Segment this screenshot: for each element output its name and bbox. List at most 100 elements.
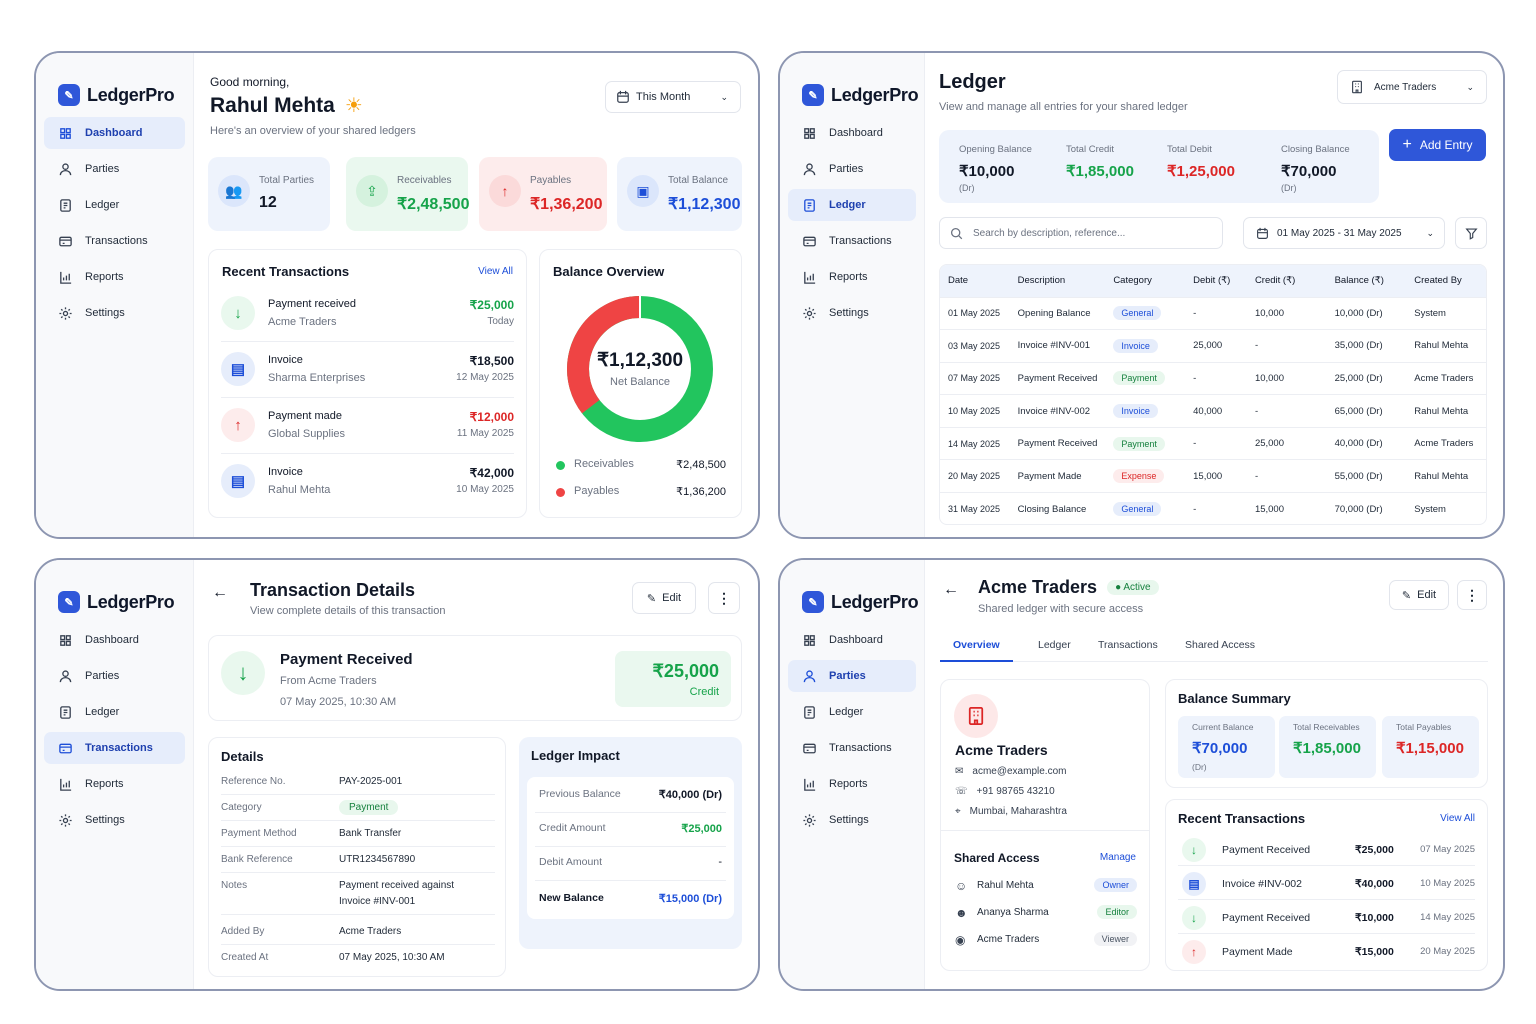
summary-value: ₹1,85,000 [1066,163,1134,180]
balance-box: Current Balance ₹70,000 (Dr) [1178,716,1275,778]
back-arrow-icon[interactable]: ← [943,581,959,599]
sidebar-nav: Dashboard Parties Ledger Transactions Report… [780,624,924,836]
sidebar-item-parties[interactable]: Parties [788,660,916,692]
reports-icon [804,271,816,284]
filter-button[interactable] [1455,217,1487,249]
tab-ledger[interactable]: Ledger [1025,639,1084,662]
sidebar-item-dashboard[interactable]: Dashboard [44,117,185,149]
search-input[interactable]: Search by description, reference... [939,217,1223,249]
sidebar-item-settings[interactable]: Settings [44,804,185,836]
party-select[interactable]: Acme Traders ⌄ [1337,70,1487,104]
more-options-icon[interactable]: ⋮ [1457,580,1487,610]
cell-text: Opening Balance [1017,307,1091,319]
chevron-down-icon: ⌄ [720,91,728,102]
shared-user-row[interactable]: ☻ Ananya Sharma Editor [955,905,1137,923]
sidebar-item-dashboard[interactable]: Dashboard [44,624,185,656]
balance-label: Current Balance [1192,722,1254,732]
shared-user-row[interactable]: ◉ Acme Traders Viewer [955,932,1137,950]
table-cell: 01 May 2025 [940,297,1010,330]
table-row[interactable]: 01 May 2025 Opening Balance General - 10,000… [940,297,1486,330]
list-item[interactable]: ↓ Payment received Acme Traders ₹25,000 Toda… [221,294,514,342]
impact-value: ₹25,000 [681,823,722,835]
sidebar-item-transactions[interactable]: Transactions [788,732,916,764]
cell-text: System [1414,307,1446,319]
page-title: Ledger [939,71,1006,93]
sidebar-item-reports[interactable]: Reports [788,261,916,293]
category-badge: General [1113,306,1162,321]
sidebar-item-parties[interactable]: Parties [788,153,916,185]
cell-text: Acme Traders [1414,372,1474,384]
table-row[interactable]: 07 May 2025 Payment Received Payment - 10,00… [940,362,1486,395]
table-row[interactable]: 10 May 2025 Invoice #INV-002 Invoice 40,000… [940,394,1486,428]
sidebar-item-transactions[interactable]: Transactions [788,225,916,257]
logo: ✎ LedgerPro [36,53,193,117]
item-title: Payment Made [1222,946,1293,958]
table-row[interactable]: 03 May 2025 Invoice #INV-001 Invoice 25,000… [940,329,1486,363]
sidebar-item-dashboard[interactable]: Dashboard [788,624,916,656]
sidebar-item-label: Parties [85,163,120,175]
impact-key: Debit Amount [539,856,603,868]
cell-text: 10,000 [1254,372,1284,384]
list-item[interactable]: ▤ Invoice #INV-002 ₹40,000 10 May 2025 [1178,870,1475,900]
sidebar-item-parties[interactable]: Parties [44,153,185,185]
table-cell: 20 May 2025 [940,460,1010,493]
tab-overview[interactable]: Overview [940,639,1013,662]
add-entry-button[interactable]: + Add Entry [1389,129,1486,161]
cell-text: Rahul Mehta [1414,405,1469,417]
manage-link[interactable]: Manage [1100,852,1136,863]
edit-button[interactable]: ✎ Edit [632,582,696,614]
arrow-down-icon: ↓ [221,651,265,695]
sidebar-item-transactions[interactable]: Transactions [44,225,185,257]
sidebar-item-ledger[interactable]: Ledger [44,189,185,221]
back-arrow-icon[interactable]: ← [212,584,228,602]
sidebar-item-ledger[interactable]: Ledger [44,696,185,728]
arrow-up-icon: ↑ [1182,940,1206,964]
view-all-link[interactable]: View All [1440,813,1475,824]
sidebar-item-label: Transactions [85,235,148,247]
sidebar-item-settings[interactable]: Settings [788,804,916,836]
parties-icon [803,669,816,682]
sidebar-item-reports[interactable]: Reports [44,261,185,293]
table-row[interactable]: 20 May 2025 Payment Made Expense 15,000 - 55,… [940,459,1486,493]
table-cell: 03 May 2025 [940,330,1010,363]
sidebar-item-dashboard[interactable]: Dashboard [788,117,916,149]
logo-icon: ✎ [58,84,80,106]
sidebar-item-settings[interactable]: Settings [788,297,916,329]
view-all-link[interactable]: View All [478,266,513,277]
upload-icon: ⇪ [356,175,388,207]
list-item[interactable]: ↓ Payment Received ₹25,000 07 May 2025 [1178,836,1475,866]
party-email: ✉ acme@example.com [955,766,1066,777]
sidebar-item-parties[interactable]: Parties [44,660,185,692]
shared-user-row[interactable]: ☺ Rahul Mehta Owner [955,878,1137,896]
chevron-down-icon: ⌄ [1426,227,1434,238]
cell-text: 25,000 (Dr) [1334,372,1383,384]
table-row[interactable]: 31 May 2025 Closing Balance General - 15,000… [940,492,1486,524]
sidebar-item-settings[interactable]: Settings [44,297,185,329]
stat-label: Payables [530,175,572,186]
list-item[interactable]: ↑ Payment Made ₹15,000 20 May 2025 [1178,938,1475,968]
tab-transactions[interactable]: Transactions [1085,639,1171,662]
ledger-impact-card: Ledger Impact Previous Balance ₹40,000 (D… [519,737,742,949]
list-item[interactable]: ▤ Invoice Rahul Mehta ₹42,000 10 May 2025 [221,462,514,510]
table-cell: 65,000 (Dr) [1327,395,1407,428]
detail-value: Bank Transfer [339,828,402,839]
table-row[interactable]: 14 May 2025 Payment Received Payment - 25,00… [940,427,1486,460]
tab-shared-access[interactable]: Shared Access [1172,639,1268,662]
period-select[interactable]: This Month ⌄ [605,81,741,113]
shared-user-name: Acme Traders [977,934,1040,945]
sidebar-item-reports[interactable]: Reports [44,768,185,800]
more-options-icon[interactable]: ⋮ [708,582,740,614]
logo: ✎ LedgerPro [780,560,924,624]
sidebar-item-ledger[interactable]: Ledger [788,696,916,728]
edit-button[interactable]: ✎ Edit [1389,580,1449,610]
date-range-select[interactable]: 01 May 2025 - 31 May 2025 ⌄ [1243,217,1445,249]
list-item[interactable]: ↓ Payment Received ₹10,000 14 May 2025 [1178,904,1475,934]
sidebar-item-reports[interactable]: Reports [788,768,916,800]
list-item[interactable]: ▤ Invoice Sharma Enterprises ₹18,500 12 May … [221,350,514,398]
category-badge: Invoice [1113,338,1158,353]
phone-text: +91 98765 43210 [976,786,1055,797]
list-item[interactable]: ↑ Payment made Global Supplies ₹12,000 11 Ma… [221,406,514,454]
sidebar-item-transactions[interactable]: Transactions [44,732,185,764]
table-cell: Closing Balance [1010,493,1106,524]
sidebar-item-ledger[interactable]: Ledger [788,189,916,221]
